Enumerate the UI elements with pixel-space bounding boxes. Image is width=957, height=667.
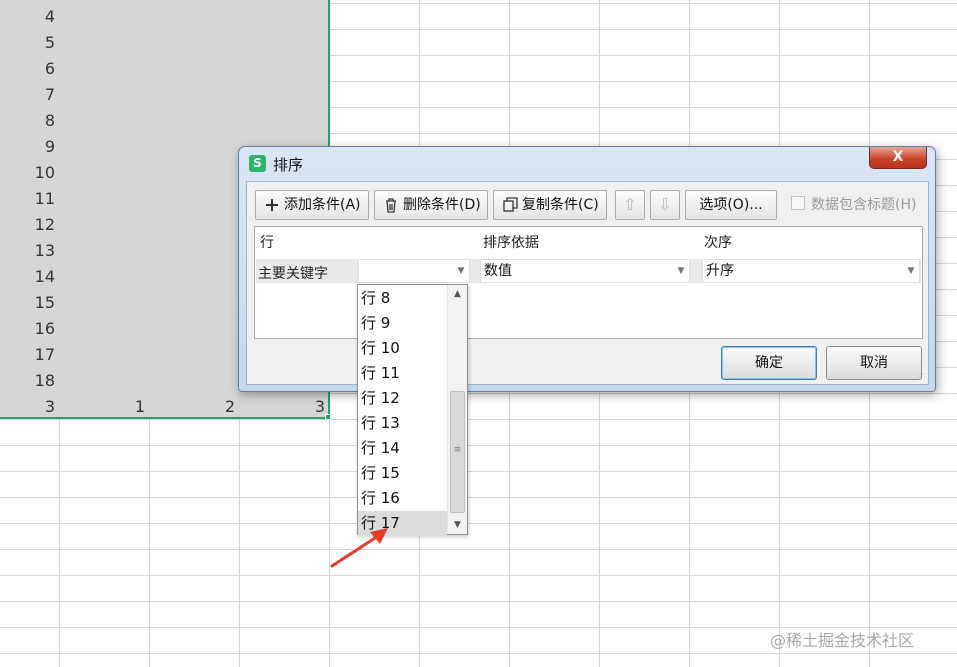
chevron-down-icon: ▼: [677, 266, 685, 276]
fill-handle[interactable]: [325, 414, 331, 420]
cell-value[interactable]: 6: [0, 56, 55, 82]
grid-row-line: [0, 3, 957, 4]
grid-row-line: [0, 55, 957, 56]
cell-value[interactable]: 8: [0, 108, 55, 134]
grid-row-line: [0, 29, 957, 30]
title-bar[interactable]: S 排序 X: [239, 147, 935, 181]
grid-row-line: [0, 81, 957, 82]
sort-dialog: S 排序 X 添加条件(A) 删除条件(D) 复制条件(C) ⇧ ⇩ 选项(O)…: [238, 146, 936, 392]
grid-row-line: [0, 471, 957, 472]
cell-value[interactable]: 5: [0, 30, 55, 56]
primary-key-label: 主要关键字: [258, 266, 328, 282]
chevron-down-icon: ▼: [457, 266, 465, 276]
cell-value[interactable]: 10: [0, 160, 55, 186]
app-icon: S: [249, 155, 266, 172]
cell-value[interactable]: 16: [0, 316, 55, 342]
dropdown-item[interactable]: 行 14: [358, 436, 447, 461]
ok-button[interactable]: 确定: [721, 346, 817, 380]
scroll-grip-icon: ≡: [453, 445, 462, 455]
dropdown-item[interactable]: 行 12: [358, 386, 447, 411]
sort-order-value: 升序: [706, 263, 734, 279]
dropdown-item[interactable]: 行 8: [358, 286, 447, 311]
grid-row-line: [0, 653, 957, 654]
column-header-order: 次序: [704, 235, 732, 251]
key-dropdown-list: 行 8行 9行 10 行 11 行 12 行 13 行 14 行 15 行 16 行 17 ▲…: [357, 284, 468, 536]
grid-row-line: [0, 107, 957, 108]
column-header-basis: 排序依据: [483, 235, 539, 251]
dropdown-item[interactable]: 行 10: [358, 336, 447, 361]
scroll-down-icon[interactable]: ▼: [448, 516, 467, 534]
cell-value[interactable]: 11: [0, 186, 55, 212]
grid-row-line: [0, 549, 957, 550]
grid-row-line: [0, 445, 957, 446]
dropdown-scrollbar[interactable]: ▲ ≡ ▼: [447, 285, 467, 534]
close-button[interactable]: X: [869, 147, 927, 169]
sort-order-select[interactable]: 升序 ▼: [702, 259, 920, 283]
watermark: @稀土掘金技术社区: [770, 631, 915, 650]
sort-conditions-table: 行 排序依据 次序 主要关键字 ▼ 数值 ▼ 升序 ▼: [254, 226, 923, 339]
cell-value[interactable]: 15: [0, 290, 55, 316]
cell-value[interactable]: 14: [0, 264, 55, 290]
dropdown-item[interactable]: 行 16: [358, 486, 447, 511]
delete-condition-button[interactable]: 删除条件(D): [374, 190, 488, 220]
grid-column-line: [149, 0, 150, 667]
copy-icon: [500, 191, 520, 219]
add-condition-label: 添加条件(A): [284, 197, 361, 213]
cell-value[interactable]: 18: [0, 368, 55, 394]
selection-border-bottom: [0, 417, 330, 419]
resize-grip-icon[interactable]: ⋰: [916, 372, 926, 382]
cell-value[interactable]: 12: [0, 212, 55, 238]
red-arrow-annotation: [330, 528, 388, 568]
cell-value[interactable]: 7: [0, 82, 55, 108]
chevron-down-icon: ▼: [907, 266, 915, 276]
cell-value[interactable]: 13: [0, 238, 55, 264]
trash-icon: [381, 191, 401, 219]
column-header-key: 行: [260, 235, 274, 251]
dialog-title: 排序: [273, 156, 304, 174]
grid-row-line: [0, 523, 957, 524]
move-up-button[interactable]: ⇧: [615, 190, 645, 220]
grid-row-line: [0, 133, 957, 134]
copy-condition-button[interactable]: 复制条件(C): [493, 190, 607, 220]
grid-row-line: [0, 601, 957, 602]
move-down-button[interactable]: ⇩: [650, 190, 680, 220]
data-has-header-label: 数据包含标题(H): [811, 197, 917, 213]
sort-basis-value: 数值: [484, 263, 512, 279]
cancel-button[interactable]: 取消: [826, 346, 922, 380]
grid-row-line: [0, 497, 957, 498]
dropdown-item[interactable]: 行 13: [358, 411, 447, 436]
dialog-body: 添加条件(A) 删除条件(D) 复制条件(C) ⇧ ⇩ 选项(O)... 数据包…: [246, 181, 929, 385]
copy-condition-label: 复制条件(C): [522, 197, 599, 213]
grid-row-line: [0, 575, 957, 576]
dropdown-item[interactable]: 行 15: [358, 461, 447, 486]
arrow-down-icon: ⇩: [658, 195, 672, 214]
data-has-header-checkbox[interactable]: [791, 196, 805, 210]
key-select[interactable]: ▼: [358, 259, 470, 283]
delete-condition-label: 删除条件(D): [403, 197, 481, 213]
grid-column-line: [59, 0, 60, 667]
add-condition-button[interactable]: 添加条件(A): [255, 190, 369, 220]
options-button[interactable]: 选项(O)...: [685, 190, 777, 220]
dropdown-item[interactable]: 行 11: [358, 361, 447, 386]
cell-value[interactable]: 9: [0, 134, 55, 160]
cell-value[interactable]: 17: [0, 342, 55, 368]
scroll-thumb[interactable]: ≡: [450, 391, 465, 513]
dropdown-item[interactable]: 行 9: [358, 311, 447, 336]
arrow-up-icon: ⇧: [623, 195, 637, 214]
plus-icon: [262, 191, 282, 219]
cell-value[interactable]: 4: [0, 4, 55, 30]
sort-basis-select[interactable]: 数值 ▼: [480, 259, 690, 283]
scroll-up-icon[interactable]: ▲: [448, 285, 467, 303]
